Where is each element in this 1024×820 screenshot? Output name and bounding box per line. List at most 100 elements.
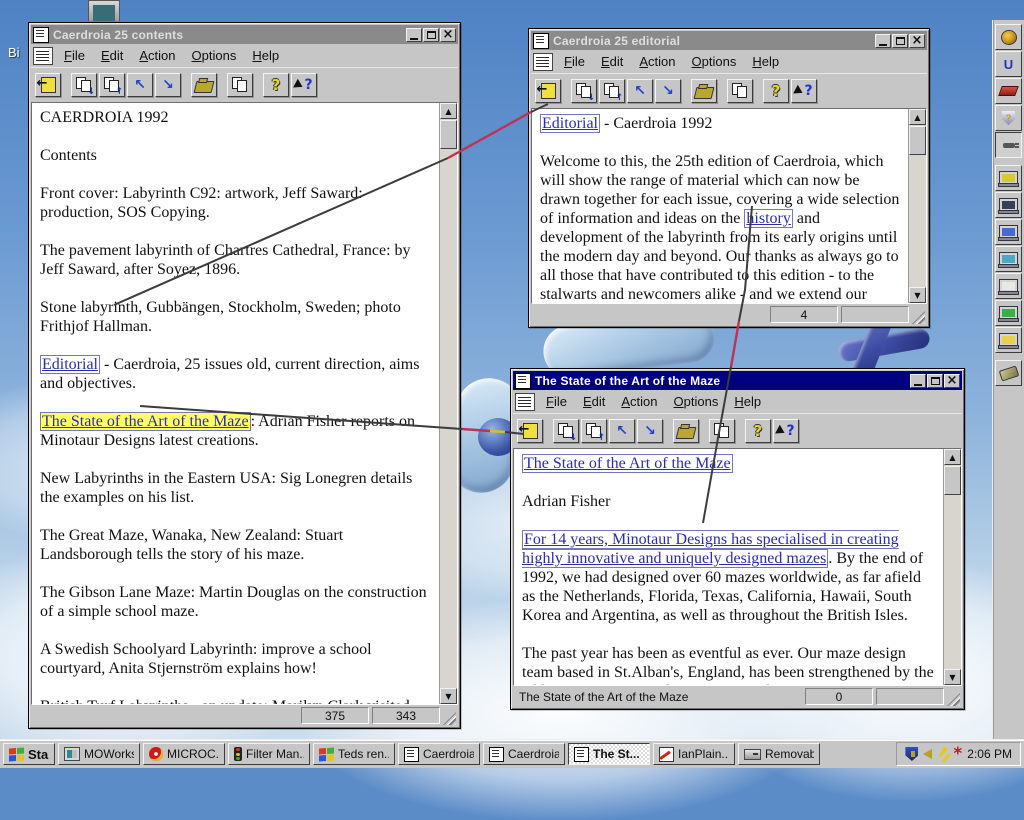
scheduler-icon[interactable] (937, 747, 948, 761)
scroll-down-button[interactable]: ▼ (440, 688, 457, 704)
scroll-up-button[interactable]: ▲ (440, 103, 457, 119)
copy-text-up-button[interactable]: ↑ (599, 78, 625, 103)
maximize-button[interactable] (927, 373, 943, 388)
taskbar-button-teds[interactable]: Teds ren... (313, 743, 395, 765)
close-button[interactable]: × (440, 27, 456, 42)
computer-globe-icon[interactable] (995, 246, 1022, 272)
open-folder-button[interactable] (673, 418, 699, 443)
make-link-button[interactable]: ↘ (637, 418, 663, 443)
computer-dollar-icon[interactable] (995, 165, 1022, 191)
minimize-button[interactable] (875, 33, 891, 48)
taskbar-button-the-state[interactable]: The St... (568, 743, 650, 765)
copy-text-up-button[interactable]: ↑ (581, 418, 607, 443)
scroll-up-button[interactable]: ▲ (909, 109, 926, 125)
follow-link-button[interactable]: ↖ (609, 418, 635, 443)
scroll-up-button[interactable]: ▲ (944, 449, 961, 465)
bug-icon[interactable] (995, 24, 1022, 50)
hypertext-link[interactable]: The State of the Art of the Maze (522, 454, 733, 473)
menu-options[interactable]: Options (185, 47, 244, 64)
menu-help[interactable]: Help (727, 393, 768, 410)
menu-edit[interactable]: Edit (94, 47, 130, 64)
clock[interactable]: 2:06 PM (967, 747, 1012, 761)
resize-grip[interactable] (912, 311, 925, 324)
scrollbar-thumb[interactable] (440, 120, 457, 149)
titlebar[interactable]: The State of the Art of the Maze × (513, 371, 962, 390)
computer-dark-icon[interactable] (995, 192, 1022, 218)
computer-green-icon[interactable] (995, 300, 1022, 326)
close-button[interactable]: × (944, 373, 960, 388)
menu-edit[interactable]: Edit (594, 53, 630, 70)
make-link-button[interactable]: ↘ (655, 78, 681, 103)
open-folder-button[interactable] (191, 72, 217, 97)
copy-text-down-button[interactable]: ↓ (71, 72, 97, 97)
copy-button[interactable] (727, 78, 753, 103)
taskbar-button-ianplain[interactable]: IanPlain.... (653, 743, 735, 765)
computer-smiley-icon[interactable] (995, 327, 1022, 353)
start-button[interactable]: Start (3, 743, 55, 765)
vertical-scrollbar[interactable]: ▲ ▼ (908, 109, 926, 303)
menu-help[interactable]: Help (245, 47, 286, 64)
help-button[interactable]: ? (763, 78, 789, 103)
taskbar-button-filter-manager[interactable]: Filter Man... (228, 743, 310, 765)
menu-file[interactable]: File (557, 53, 592, 70)
scrollbar-thumb[interactable] (944, 466, 961, 495)
shield-question-icon[interactable]: ? (995, 105, 1022, 131)
scroll-down-button[interactable]: ▼ (944, 669, 961, 685)
stapler-icon[interactable] (995, 78, 1022, 104)
menu-action[interactable]: Action (632, 53, 682, 70)
palmtop-icon[interactable] (995, 360, 1022, 386)
hypertext-link[interactable]: history (744, 209, 793, 228)
titlebar[interactable]: Caerdroia 25 contents × (31, 25, 458, 44)
menu-action[interactable]: Action (132, 47, 182, 64)
copy-button[interactable] (227, 72, 253, 97)
copy-text-down-button[interactable]: ↓ (553, 418, 579, 443)
open-folder-button[interactable] (691, 78, 717, 103)
taskbar-button-caerdroia-1[interactable]: Caerdroia... (398, 743, 480, 765)
hypertext-link[interactable]: The State of the Art of the Maze (40, 412, 251, 431)
plug-icon[interactable] (995, 132, 1022, 158)
close-button[interactable]: × (909, 33, 925, 48)
make-link-button[interactable]: ↘ (155, 72, 181, 97)
resize-grip[interactable] (947, 693, 960, 706)
magnet-icon[interactable]: U (995, 51, 1022, 77)
computer-send-icon[interactable] (995, 219, 1022, 245)
menu-file[interactable]: File (57, 47, 92, 64)
exit-button[interactable] (35, 72, 61, 97)
taskbar-button-caerdroia-2[interactable]: Caerdroia... (483, 743, 565, 765)
scroll-down-button[interactable]: ▼ (909, 287, 926, 303)
menu-action[interactable]: Action (614, 393, 664, 410)
scrollbar-thumb[interactable] (909, 126, 926, 155)
menu-help[interactable]: Help (745, 53, 786, 70)
help-button[interactable]: ? (263, 72, 289, 97)
hypertext-link[interactable]: Editorial (540, 114, 600, 133)
menu-edit[interactable]: Edit (576, 393, 612, 410)
follow-link-button[interactable]: ↖ (127, 72, 153, 97)
taskbar-button-removable[interactable]: Removab... (738, 743, 820, 765)
partial-desktop-icon[interactable] (88, 0, 120, 21)
resize-grip[interactable] (443, 712, 456, 725)
taskbar-button-moworks[interactable]: MOWorks (58, 743, 140, 765)
hypertext-link[interactable]: Editorial (40, 355, 100, 374)
titlebar[interactable]: Caerdroia 25 editorial × (531, 31, 927, 50)
computer-eject-icon[interactable] (995, 273, 1022, 299)
context-help-button[interactable]: ? (291, 72, 317, 97)
maximize-button[interactable] (423, 27, 439, 42)
copy-text-up-button[interactable]: ↑ (99, 72, 125, 97)
menu-options[interactable]: Options (667, 393, 726, 410)
taskbar-button-microcosm[interactable]: MICROC... (143, 743, 225, 765)
copy-text-down-button[interactable]: ↓ (571, 78, 597, 103)
minimize-button[interactable] (910, 373, 926, 388)
exit-button[interactable] (517, 418, 543, 443)
minimize-button[interactable] (406, 27, 422, 42)
vertical-scrollbar[interactable]: ▲ ▼ (943, 449, 961, 685)
help-button[interactable]: ? (745, 418, 771, 443)
context-help-button[interactable]: ? (773, 418, 799, 443)
menu-options[interactable]: Options (685, 53, 744, 70)
copy-button[interactable] (709, 418, 735, 443)
menu-file[interactable]: File (539, 393, 574, 410)
follow-link-button[interactable]: ↖ (627, 78, 653, 103)
exit-button[interactable] (535, 78, 561, 103)
context-help-button[interactable]: ? (791, 78, 817, 103)
maximize-button[interactable] (892, 33, 908, 48)
virus-scan-icon[interactable]: * (953, 746, 962, 763)
